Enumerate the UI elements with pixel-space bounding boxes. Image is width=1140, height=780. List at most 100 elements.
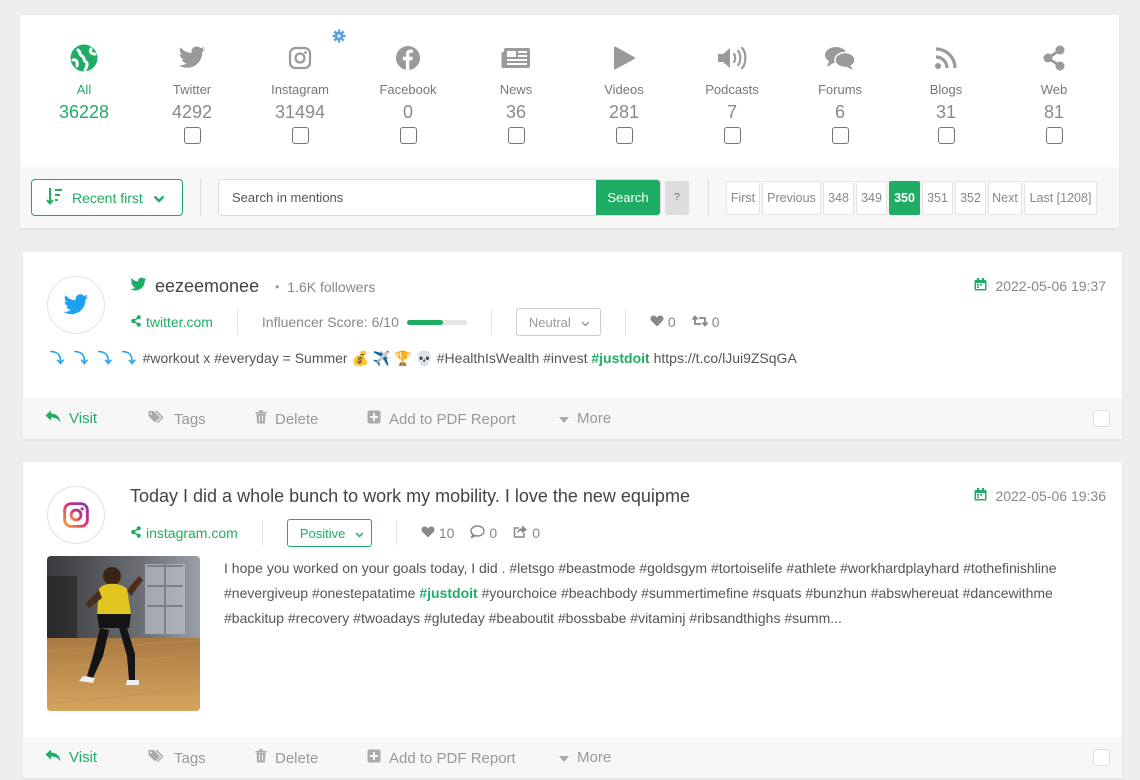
- twitter-icon: [130, 276, 147, 297]
- source-news[interactable]: News 36: [466, 41, 566, 144]
- pagination: First Previous 348 349 350 351 352 Next …: [726, 181, 1097, 215]
- source-forums[interactable]: Forums 6: [790, 41, 890, 144]
- facebook-icon: [358, 41, 458, 75]
- source-count: 4292: [171, 102, 213, 122]
- source-checkbox[interactable]: [183, 127, 201, 144]
- sentiment-select[interactable]: Positive: [286, 519, 372, 547]
- source-twitter[interactable]: Twitter 4292: [142, 41, 242, 144]
- source-facebook[interactable]: Facebook 0: [358, 41, 458, 144]
- caret-down-icon: [559, 410, 569, 427]
- page-next[interactable]: Next: [988, 181, 1022, 215]
- tag-icon: [148, 410, 166, 428]
- pdf-label: Add to PDF Report: [389, 410, 516, 428]
- source-label: All: [76, 82, 92, 97]
- post-image[interactable]: [47, 556, 200, 711]
- source-label: Instagram: [271, 82, 329, 97]
- source-checkbox[interactable]: [507, 127, 525, 144]
- domain-text: instagram.com: [146, 525, 238, 541]
- share-square-icon: [513, 525, 528, 541]
- gear-icon[interactable]: [332, 29, 346, 48]
- source-domain-link[interactable]: twitter.com: [130, 314, 213, 330]
- source-label: Web: [1040, 82, 1068, 97]
- sort-label: Recent first: [72, 189, 143, 206]
- more-button[interactable]: More: [559, 749, 611, 766]
- sort-icon: [46, 187, 62, 208]
- source-checkbox[interactable]: [831, 127, 849, 144]
- divider: [624, 309, 626, 335]
- page-link[interactable]: 348: [823, 181, 854, 215]
- source-instagram[interactable]: Instagram 31494: [250, 41, 350, 144]
- page-previous[interactable]: Previous: [762, 181, 821, 215]
- trash-icon: [255, 749, 267, 767]
- add-to-pdf-button[interactable]: Add to PDF Report: [367, 410, 516, 428]
- page-link[interactable]: 350: [889, 181, 920, 215]
- mention-title[interactable]: Today I did a whole bunch to work my mob…: [130, 486, 690, 507]
- select-mention-checkbox[interactable]: [1093, 749, 1110, 766]
- plus-square-icon: [367, 749, 381, 767]
- source-label: Facebook: [379, 82, 437, 97]
- source-domain-link[interactable]: instagram.com: [130, 525, 238, 541]
- divider: [236, 309, 238, 335]
- influencer-score-fill: [406, 319, 443, 325]
- sentiment-select[interactable]: Neutral: [515, 308, 601, 336]
- source-videos[interactable]: Videos 281: [574, 41, 674, 144]
- mention-text: I hope you worked on your goals today, I…: [224, 556, 1084, 631]
- search-help-button[interactable]: ?: [665, 181, 689, 215]
- source-blogs[interactable]: Blogs 31: [896, 41, 996, 144]
- visit-button[interactable]: Visit: [45, 749, 97, 766]
- shares-stat: 0: [513, 525, 540, 541]
- page-first[interactable]: First: [726, 181, 760, 215]
- heart-icon: [421, 525, 435, 541]
- page-link[interactable]: 349: [856, 181, 887, 215]
- more-button[interactable]: More: [559, 410, 611, 427]
- divider: [490, 309, 492, 335]
- visit-button[interactable]: Visit: [45, 410, 97, 427]
- delete-button[interactable]: Delete: [255, 410, 318, 428]
- tags-button[interactable]: Tags: [148, 410, 206, 428]
- tags-button[interactable]: Tags: [148, 749, 206, 767]
- share-icon: [1004, 41, 1104, 75]
- mention-actions: Visit Tags Delete Add to PDF Report More: [23, 398, 1122, 439]
- source-label: Twitter: [172, 82, 212, 97]
- search-button[interactable]: Search: [596, 180, 660, 215]
- source-checkbox[interactable]: [937, 127, 955, 144]
- page-link[interactable]: 351: [922, 181, 953, 215]
- sort-button[interactable]: Recent first: [31, 179, 183, 216]
- source-checkbox[interactable]: [1045, 127, 1063, 144]
- delete-label: Delete: [275, 410, 319, 428]
- source-web[interactable]: Web 81: [1004, 41, 1104, 144]
- mention-text-before: #workout x #everyday = Summer 💰 ✈️ 🏆 💀 #…: [142, 350, 592, 366]
- visit-label: Visit: [69, 749, 98, 766]
- source-label: Blogs: [929, 82, 963, 97]
- tags-label: Tags: [174, 749, 206, 767]
- heart-icon: [650, 314, 664, 330]
- tag-icon: [148, 749, 166, 767]
- source-label: News: [499, 82, 533, 97]
- source-checkbox[interactable]: [291, 127, 309, 144]
- mention-date: 2022-05-06 19:37: [974, 278, 1106, 294]
- select-mention-checkbox[interactable]: [1093, 410, 1110, 427]
- delete-button[interactable]: Delete: [255, 749, 318, 767]
- share-icon: [130, 314, 142, 330]
- visit-label: Visit: [69, 410, 98, 427]
- source-checkbox[interactable]: [723, 127, 741, 144]
- search-input[interactable]: [219, 180, 589, 215]
- source-count: 36228: [58, 102, 110, 122]
- twitter-icon: [47, 276, 105, 334]
- source-checkbox[interactable]: [615, 127, 633, 144]
- globe-icon: [34, 41, 134, 75]
- pdf-label: Add to PDF Report: [389, 749, 516, 767]
- chat-icon: [790, 41, 890, 75]
- source-podcasts[interactable]: Podcasts 7: [682, 41, 782, 144]
- matched-keyword: #justdoit: [419, 585, 478, 601]
- page-last[interactable]: Last [1208]: [1024, 181, 1097, 215]
- add-to-pdf-button[interactable]: Add to PDF Report: [367, 749, 516, 767]
- source-checkbox[interactable]: [399, 127, 417, 144]
- source-count: 7: [726, 102, 737, 122]
- instagram-icon: [47, 486, 105, 544]
- more-label: More: [577, 749, 612, 766]
- source-all[interactable]: All 36228: [34, 41, 134, 122]
- page-link[interactable]: 352: [955, 181, 986, 215]
- newspaper-icon: [466, 41, 566, 75]
- author-name[interactable]: eezeemonee: [155, 276, 259, 297]
